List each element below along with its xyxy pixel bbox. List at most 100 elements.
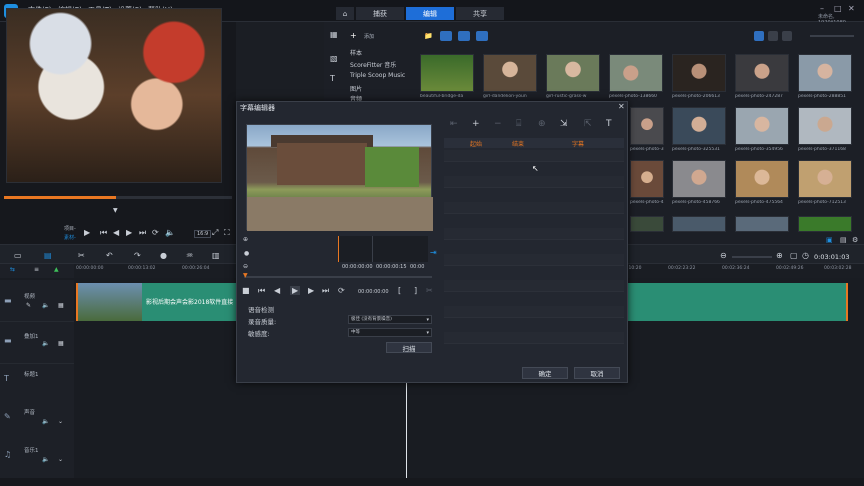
track-mute-icon[interactable]: 🔈	[42, 340, 49, 347]
subtitle-row[interactable]	[444, 228, 624, 240]
add-subtitle-icon[interactable]: +	[472, 119, 480, 129]
category-triple-scoop[interactable]: Triple Scoop Music	[350, 72, 405, 79]
thumb-size-slider[interactable]	[810, 35, 854, 37]
zoom-out-icon[interactable]: ⊖	[243, 263, 248, 270]
zoom-out-icon[interactable]: ⊖	[720, 251, 727, 260]
mark-out-icon[interactable]: ]	[414, 286, 417, 295]
scan-button[interactable]: 扫描	[386, 342, 432, 353]
tab-share[interactable]: 共享	[456, 7, 504, 20]
media-thumb[interactable]	[630, 216, 664, 232]
add-label[interactable]: 添加	[364, 33, 374, 40]
media-thumb[interactable]	[546, 54, 600, 92]
redo-icon[interactable]: ↷	[134, 251, 141, 260]
track-mute-icon[interactable]: 🔈	[42, 302, 49, 309]
media-thumb[interactable]	[483, 54, 537, 92]
repeat-icon[interactable]: ⟳	[152, 228, 159, 237]
record-icon[interactable]: ●	[160, 251, 167, 260]
media-thumb[interactable]	[798, 54, 852, 92]
timeline-scrollbar[interactable]	[0, 478, 864, 486]
category-images[interactable]: 图片	[350, 84, 362, 93]
media-thumb[interactable]	[672, 216, 726, 232]
folder-icon[interactable]: 📁	[424, 32, 433, 40]
track-expand-icon[interactable]: ⌄	[58, 418, 63, 425]
title-icon[interactable]: T	[330, 74, 335, 83]
zoom-in-icon[interactable]: ⊕	[776, 251, 783, 260]
remove-subtitle-icon[interactable]: −	[494, 119, 502, 129]
import-subtitle-icon[interactable]: ⇲	[560, 119, 568, 129]
minimize-icon[interactable]: –	[820, 4, 824, 13]
project-mode-label[interactable]: 项目-	[64, 225, 76, 232]
text-options-icon[interactable]: T	[606, 119, 612, 129]
track-grid-icon[interactable]: ▦	[58, 340, 64, 347]
mark-in-icon[interactable]: [	[398, 286, 401, 295]
media-icon[interactable]: ▦	[330, 30, 338, 39]
dialog-scrub-handle-icon[interactable]: ▼	[243, 272, 248, 279]
media-thumb[interactable]	[609, 54, 663, 92]
media-thumb[interactable]	[798, 107, 852, 145]
chapter-icon[interactable]: ≡	[34, 266, 39, 273]
tab-edit[interactable]: 编辑	[406, 7, 454, 20]
transition-icon[interactable]: ▧	[330, 54, 338, 63]
subtitle-row[interactable]	[444, 202, 624, 214]
storyboard-view-icon[interactable]: ▭	[14, 251, 22, 260]
media-thumb[interactable]	[672, 107, 726, 145]
media-thumb[interactable]	[735, 160, 789, 198]
subtitle-row[interactable]	[444, 254, 624, 266]
track-grid-icon[interactable]: ▦	[58, 302, 64, 309]
audio-waveform[interactable]	[338, 236, 428, 262]
dialog-close-icon[interactable]: ✕	[618, 102, 625, 111]
prev-frame-icon[interactable]: ◀	[113, 228, 119, 237]
track-mute-icon[interactable]: 🔈	[42, 456, 49, 463]
sensitivity-select[interactable]: 中等	[348, 328, 432, 337]
play-icon[interactable]: ▶	[290, 286, 301, 295]
detail-view-icon[interactable]	[782, 31, 792, 41]
media-thumb[interactable]	[630, 160, 664, 198]
subtitle-row[interactable]	[444, 280, 624, 292]
skip-end-icon[interactable]: ⏭	[322, 286, 329, 296]
media-thumb[interactable]	[735, 54, 789, 92]
tools-icon[interactable]: ✂	[78, 251, 85, 260]
subtitle-row[interactable]	[444, 176, 624, 188]
skip-start-icon[interactable]: ⏮	[100, 228, 107, 238]
zoom-in-icon[interactable]: ⊕	[243, 236, 248, 243]
undo-icon[interactable]: ↶	[106, 251, 113, 260]
next-frame-icon[interactable]: ▶	[308, 286, 314, 295]
track-mute-icon[interactable]: 🔈	[42, 418, 49, 425]
subtitle-prev-icon[interactable]: ⇤	[450, 119, 458, 129]
media-thumb[interactable]	[420, 54, 474, 92]
filter-photo-icon[interactable]	[458, 31, 470, 41]
next-frame-icon[interactable]: ▶	[126, 228, 132, 237]
filter-audio-icon[interactable]	[476, 31, 488, 41]
join-subtitle-icon[interactable]: ⌸	[516, 119, 521, 129]
track-manager-icon[interactable]: ⇆	[10, 266, 15, 273]
media-thumb[interactable]	[735, 107, 789, 145]
skip-end-icon[interactable]: ⏭	[139, 228, 146, 238]
timeline-view-icon[interactable]: ▤	[44, 251, 52, 260]
fullscreen-icon[interactable]: ⛶	[224, 228, 230, 238]
track-expand-icon[interactable]: ⌄	[58, 456, 63, 463]
split-icon[interactable]: ✂	[426, 286, 433, 295]
waveform-next-icon[interactable]: ⇥	[430, 248, 437, 257]
media-thumb[interactable]	[798, 160, 852, 198]
export-subtitle-icon[interactable]: ⇱	[584, 119, 592, 129]
crop-icon[interactable]: ⤢	[212, 228, 218, 238]
mixer-icon[interactable]: ♒	[186, 251, 193, 260]
zoom-slider[interactable]	[732, 256, 772, 258]
media-thumb[interactable]	[735, 216, 789, 232]
clip-mode-label[interactable]: 素材-	[64, 234, 76, 241]
subtitle-row[interactable]	[444, 150, 624, 162]
ok-button[interactable]: 确定	[522, 367, 568, 379]
zoom-slider-knob-icon[interactable]: ●	[244, 250, 249, 257]
prev-frame-icon[interactable]: ◀	[274, 286, 280, 295]
tab-capture[interactable]: 捕获	[356, 7, 404, 20]
aspect-ratio-select[interactable]: 16:9	[194, 230, 212, 238]
settings-icon[interactable]: ⚙	[852, 236, 858, 244]
dialog-scrubber[interactable]	[244, 276, 432, 278]
repeat-icon[interactable]: ⟳	[338, 286, 345, 295]
time-offset-icon[interactable]: ⊕	[538, 119, 546, 129]
media-thumb[interactable]	[672, 160, 726, 198]
fit-icon[interactable]: ▢	[790, 251, 798, 260]
home-icon[interactable]: ⌂	[336, 7, 354, 20]
add-icon[interactable]: +	[350, 31, 357, 40]
category-samples[interactable]: 样本	[350, 48, 362, 57]
